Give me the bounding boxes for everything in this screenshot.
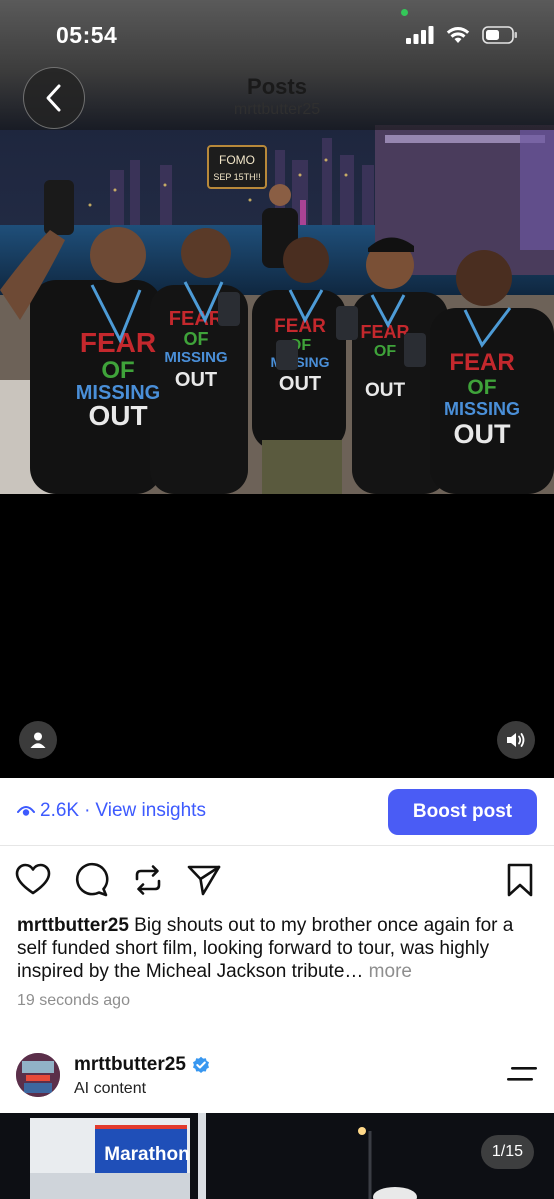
avatar[interactable] — [16, 1053, 60, 1097]
next-post-username-row[interactable]: mrttbutter25 — [74, 1054, 210, 1076]
marathon-sign: Marathon — [104, 1144, 190, 1165]
svg-text:FEAR: FEAR — [449, 349, 514, 376]
signal-icon — [406, 26, 434, 44]
more-link[interactable]: more — [363, 961, 412, 982]
insights-bar: 2.6K · View insights Boost post — [0, 778, 554, 846]
svg-text:FEAR: FEAR — [361, 322, 410, 342]
sign-line-1: FOMO — [219, 153, 255, 167]
view-insights-label: View insights — [95, 800, 206, 821]
wifi-icon — [446, 27, 470, 43]
post-media[interactable]: FOMO SEP 15TH!! FEAR OF MISSING OUT FEAR… — [0, 0, 554, 778]
next-post-media[interactable]: Marathon 1/15 — [0, 1113, 554, 1199]
battery-icon — [482, 26, 517, 44]
svg-text:OUT: OUT — [175, 369, 217, 391]
next-post-username: mrttbutter25 — [74, 1054, 186, 1075]
eye-icon — [17, 806, 35, 816]
tagged-people-button[interactable] — [19, 721, 57, 759]
ai-content-label[interactable]: AI content — [74, 1080, 146, 1098]
shirt-text-out: OUT — [88, 400, 147, 431]
svg-text:FEAR: FEAR — [169, 308, 224, 330]
bookmark-icon[interactable] — [502, 862, 538, 898]
svg-text:MISSING: MISSING — [444, 399, 520, 419]
menu-icon[interactable] — [507, 1064, 537, 1084]
sign-line-2: SEP 15TH!! — [213, 172, 260, 182]
back-button[interactable] — [23, 67, 85, 129]
post-actions — [0, 860, 554, 904]
chevron-left-icon — [46, 84, 61, 112]
view-insights-link[interactable]: 2.6K · View insights — [17, 800, 206, 822]
volume-icon — [507, 733, 525, 747]
svg-text:OUT: OUT — [365, 380, 406, 401]
view-count: 2.6K — [40, 800, 80, 821]
status-icons — [406, 26, 518, 44]
svg-text:OF: OF — [374, 343, 396, 360]
svg-text:OF: OF — [467, 376, 496, 399]
person-icon — [30, 732, 46, 748]
heart-icon[interactable] — [15, 862, 51, 898]
svg-text:FEAR: FEAR — [274, 316, 326, 337]
privacy-indicator — [401, 9, 408, 16]
avatar-image — [16, 1053, 60, 1097]
send-icon[interactable] — [186, 862, 222, 898]
svg-text:OUT: OUT — [454, 419, 512, 449]
shirt-text-of: OF — [101, 357, 134, 384]
next-post-header: mrttbutter25 AI content — [0, 1048, 554, 1108]
post-timestamp: 19 seconds ago — [17, 992, 130, 1009]
svg-text:OF: OF — [184, 329, 209, 349]
repost-icon[interactable] — [130, 862, 166, 898]
status-time: 05:54 — [56, 22, 118, 48]
post-caption: mrttbutter25 Big shouts out to my brothe… — [17, 914, 537, 983]
volume-button[interactable] — [497, 721, 535, 759]
caption-username[interactable]: mrttbutter25 — [17, 915, 129, 936]
comment-icon[interactable] — [73, 862, 109, 898]
svg-text:OUT: OUT — [279, 373, 321, 395]
verified-icon — [192, 1056, 209, 1073]
svg-text:MISSING: MISSING — [164, 349, 227, 366]
separator: · — [84, 800, 91, 821]
boost-post-button[interactable]: Boost post — [388, 789, 537, 835]
carousel-counter: 1/15 — [480, 1135, 534, 1169]
next-post-photo: Marathon — [0, 1113, 554, 1199]
shirt-text-fear: FEAR — [80, 327, 156, 358]
